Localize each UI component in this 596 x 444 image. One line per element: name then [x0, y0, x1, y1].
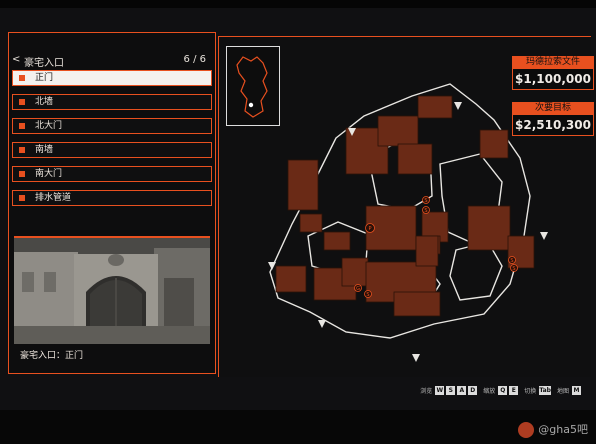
control-label-map: 地图	[556, 387, 569, 395]
entry-label: 正门	[35, 73, 54, 83]
key-s: S	[446, 385, 456, 395]
section-title: 豪宅入口	[24, 58, 64, 69]
entry-photo	[14, 236, 210, 344]
entry-label: 北墙	[35, 97, 54, 107]
key-q: Q	[498, 385, 508, 395]
bullet-icon	[19, 171, 25, 177]
svg-text:S: S	[510, 258, 513, 264]
entry-south-gate[interactable]: 南大门	[12, 166, 212, 182]
secondary-target-box: 次要目标 $2,510,300	[512, 102, 594, 136]
watermark-logo-icon	[518, 422, 535, 438]
files-reward-value: $1,100,000	[512, 68, 594, 90]
back-arrow-icon[interactable]: <	[12, 54, 20, 65]
entry-north-wall[interactable]: 北墙	[12, 94, 212, 110]
entry-label: 北大门	[35, 121, 63, 131]
control-label-browse: 浏览	[420, 387, 433, 395]
photo-caption: 豪宅入口：正门	[20, 351, 84, 361]
bullet-icon	[19, 123, 25, 129]
key-w: W	[435, 385, 445, 395]
files-reward-box: 玛德拉索文件 $1,100,000	[512, 56, 594, 90]
entry-north-gate[interactable]: 北大门	[12, 118, 212, 134]
bullet-icon	[19, 75, 25, 81]
bullet-icon	[19, 99, 25, 105]
key-a: A	[457, 385, 467, 395]
bottom-shadow	[0, 410, 596, 444]
monitor-bezel	[0, 0, 596, 8]
entry-drainage-pipe[interactable]: 排水管道	[12, 190, 212, 206]
entry-list: 正门 北墙 北大门 南墙 南大门 排水管道	[12, 70, 212, 214]
watermark-text: @gha5吧	[538, 423, 588, 436]
svg-text:P: P	[368, 226, 371, 232]
gate-photo-image	[14, 238, 210, 344]
svg-text:S: S	[512, 266, 515, 272]
svg-text:S: S	[366, 292, 369, 298]
entry-label: 排水管道	[35, 193, 72, 203]
key-d: D	[468, 385, 478, 395]
entry-south-wall[interactable]: 南墙	[12, 142, 212, 158]
secondary-target-label: 次要目标	[512, 102, 594, 114]
entry-label: 南墙	[35, 145, 54, 155]
control-label-zoom: 缩放	[483, 387, 496, 395]
svg-text:S: S	[424, 198, 427, 204]
key-m: M	[572, 385, 581, 395]
secondary-target-value: $2,510,300	[512, 114, 594, 136]
svg-text:S: S	[424, 208, 427, 214]
entry-label: 南大门	[35, 169, 63, 179]
controls-hint: 浏览 W S A D 缩放 Q E 切换 Tab 地图 M	[415, 384, 582, 396]
watermark: @gha5吧	[518, 421, 588, 438]
svg-text:G: G	[356, 286, 360, 292]
bullet-icon	[19, 195, 25, 201]
bullet-icon	[19, 147, 25, 153]
game-screen: 情报 前置 ⊕ < 豪宅入口 6 / 6 正门 北墙 北大门 南墙 南大门 排水…	[0, 0, 596, 444]
control-label-toggle: 切换	[524, 387, 537, 395]
entry-main-gate[interactable]: 正门	[12, 70, 212, 86]
key-e: E	[509, 385, 519, 395]
breadcrumb: < 豪宅入口 6 / 6	[12, 54, 212, 69]
files-reward-label: 玛德拉索文件	[512, 56, 594, 68]
key-tab: Tab	[539, 385, 551, 395]
entry-count: 6 / 6	[183, 54, 206, 65]
